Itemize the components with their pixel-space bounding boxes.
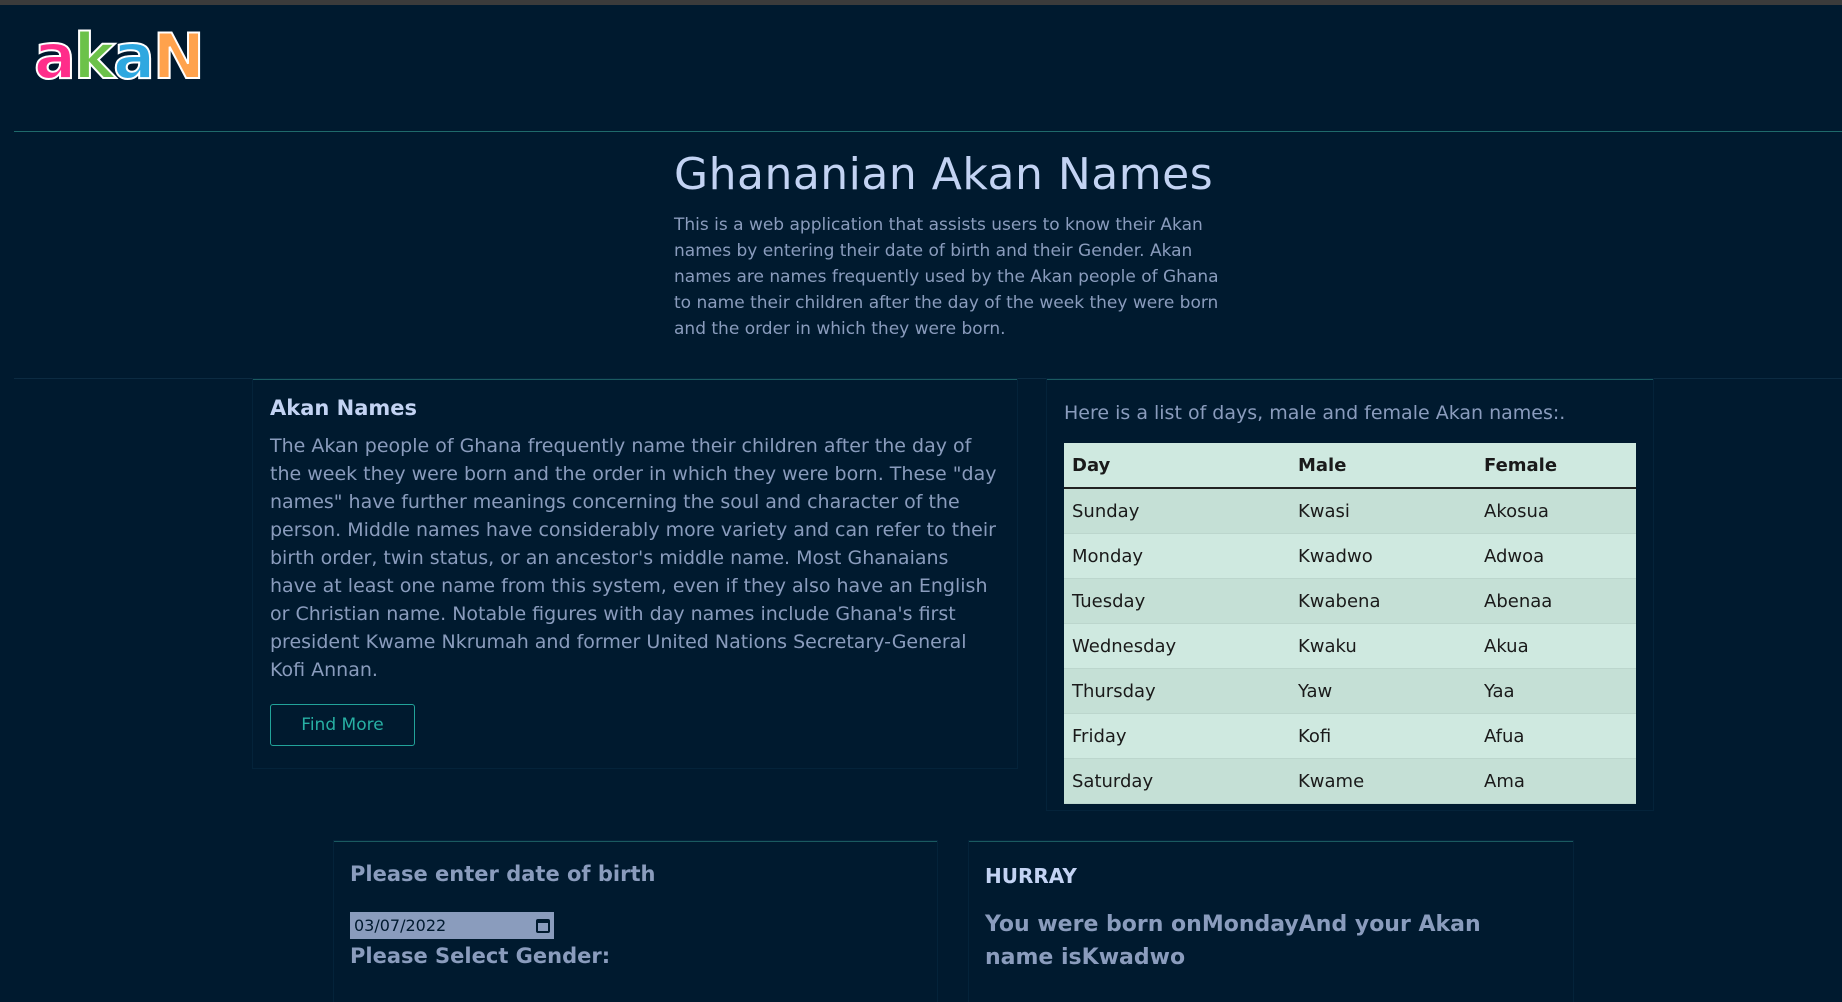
dob-date-input[interactable]: 03/07/2022 — [350, 912, 554, 939]
cell-female: Akosua — [1476, 488, 1636, 534]
logo-letter: k — [73, 20, 116, 93]
cell-male: Kwasi — [1290, 488, 1476, 534]
akan-names-text: The Akan people of Ghana frequently name… — [270, 435, 997, 681]
cell-male: Kwabena — [1290, 578, 1476, 624]
akan-logo[interactable]: akaN — [33, 20, 234, 93]
cell-female: Adwoa — [1476, 533, 1636, 579]
page-title: Ghananian Akan Names — [674, 149, 1214, 200]
table-row: Friday Kofi Afua — [1064, 713, 1636, 759]
cell-male: Kwame — [1290, 758, 1476, 804]
table-caption: Here is a list of days, male and female … — [1064, 402, 1566, 424]
cell-day: Monday — [1064, 533, 1290, 579]
table-row: Tuesday Kwabena Abenaa — [1064, 578, 1636, 624]
logo-letter: a — [33, 20, 77, 93]
column-header-female: Female — [1476, 443, 1636, 489]
cell-female: Yaa — [1476, 668, 1636, 714]
window-top-bar — [0, 0, 1842, 5]
cell-female: Ama — [1476, 758, 1636, 804]
names-table-card: Here is a list of days, male and female … — [1047, 379, 1653, 810]
table-row: Saturday Kwame Ama — [1064, 758, 1636, 804]
cell-day: Thursday — [1064, 668, 1290, 714]
cell-female: Afua — [1476, 713, 1636, 759]
cell-day: Saturday — [1064, 758, 1290, 804]
cell-male: Kwadwo — [1290, 533, 1476, 579]
cell-day: Wednesday — [1064, 623, 1290, 669]
table-row: Monday Kwadwo Adwoa — [1064, 533, 1636, 579]
cell-male: Kwaku — [1290, 623, 1476, 669]
akan-names-card: Akan Names The Akan people of Ghana freq… — [253, 379, 1017, 768]
result-heading: HURRAY — [985, 864, 1077, 888]
dob-date-value: 03/07/2022 — [354, 916, 447, 935]
cell-day: Tuesday — [1064, 578, 1290, 624]
dob-label: Please enter date of birth — [350, 862, 656, 886]
akan-names-heading: Akan Names — [270, 396, 418, 420]
cell-female: Akua — [1476, 623, 1636, 669]
calendar-icon[interactable] — [536, 918, 550, 933]
dob-form-card: Please enter date of birth 03/07/2022 Pl… — [334, 841, 937, 1002]
table-row: Wednesday Kwaku Akua — [1064, 623, 1636, 669]
result-message: You were born onMondayAnd your Akan name… — [985, 912, 1481, 970]
logo-letter: N — [152, 20, 206, 93]
header-divider — [14, 131, 1842, 132]
akan-names-table: Day Male Female Sunday Kwasi Akosua Mond… — [1064, 443, 1636, 804]
table-header-row: Day Male Female — [1064, 443, 1636, 489]
table-row: Sunday Kwasi Akosua — [1064, 488, 1636, 534]
result-card: HURRAY You were born onMondayAnd your Ak… — [969, 841, 1573, 1002]
cell-male: Yaw — [1290, 668, 1476, 714]
table-row: Thursday Yaw Yaa — [1064, 668, 1636, 714]
page-description: This is a web application that assists u… — [674, 215, 1219, 339]
gender-label: Please Select Gender: — [350, 944, 611, 968]
cell-male: Kofi — [1290, 713, 1476, 759]
find-more-button[interactable]: Find More — [270, 704, 415, 746]
cell-day: Friday — [1064, 713, 1290, 759]
cell-female: Abenaa — [1476, 578, 1636, 624]
cell-day: Sunday — [1064, 488, 1290, 534]
logo-letter: a — [112, 20, 156, 93]
column-header-day: Day — [1064, 443, 1290, 489]
column-header-male: Male — [1290, 443, 1476, 489]
